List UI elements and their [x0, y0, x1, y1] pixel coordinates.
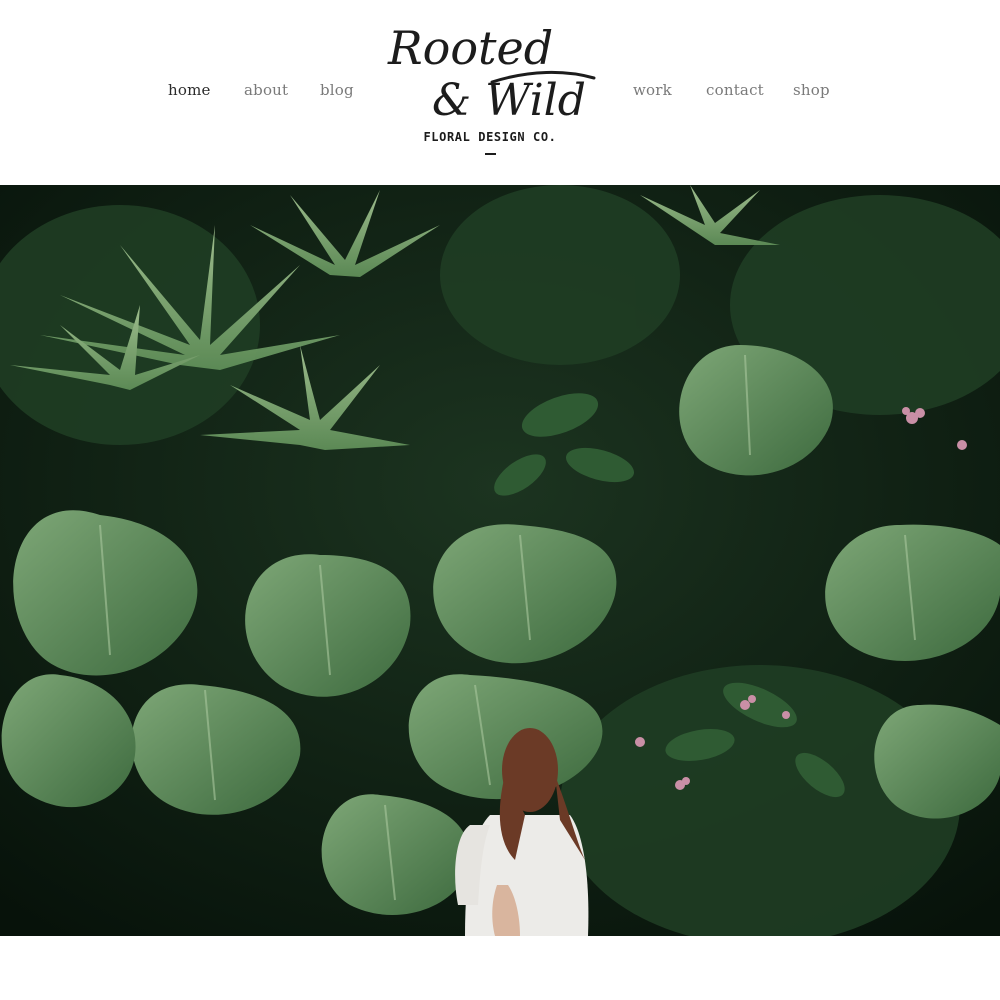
logo-tagline: FLORAL DESIGN CO. — [423, 130, 557, 144]
logo-script: Rooted & Wild — [387, 21, 596, 126]
nav-contact-link[interactable]: contact — [706, 81, 764, 99]
nav-home-link[interactable]: home — [168, 81, 211, 99]
brand-logo[interactable]: Rooted & Wild FLORAL DESIGN CO. — [380, 12, 606, 162]
logo-divider — [485, 153, 496, 155]
nav-work-link[interactable]: work — [633, 81, 672, 99]
nav-blog-link[interactable]: blog — [320, 81, 354, 99]
hero-image — [0, 185, 1000, 936]
page: home about blog Rooted & Wild FLORAL DES… — [0, 0, 1000, 1000]
logo-line1: Rooted — [387, 21, 553, 75]
page-footer-space — [0, 936, 1000, 1000]
nav-about-link[interactable]: about — [244, 81, 288, 99]
site-header: home about blog Rooted & Wild FLORAL DES… — [0, 0, 1000, 185]
tropical-foliage-photo — [0, 185, 1000, 936]
nav-shop-link[interactable]: shop — [793, 81, 830, 99]
logo-line2: & Wild — [432, 75, 586, 126]
